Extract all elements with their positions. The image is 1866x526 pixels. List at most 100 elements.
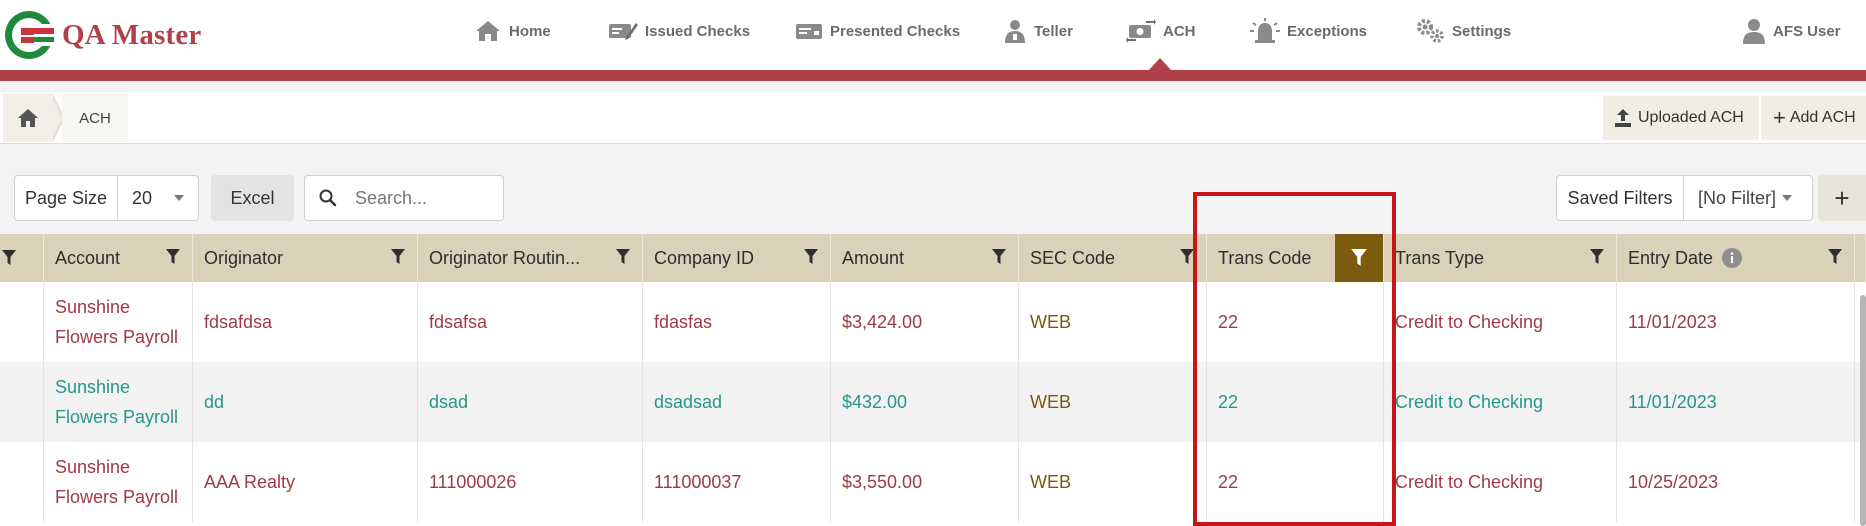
filter-icon[interactable]	[1590, 249, 1604, 265]
page-size-select[interactable]: 20	[118, 176, 198, 220]
row-select-cell[interactable]	[0, 442, 44, 522]
column-header-label: Entry Date	[1628, 247, 1714, 268]
filter-icon[interactable]	[1180, 249, 1194, 265]
add-ach-button[interactable]: + Add ACH	[1761, 96, 1866, 140]
breadcrumb-separator-inner	[50, 94, 62, 142]
qa-master-logo-icon	[5, 11, 54, 59]
vertical-scrollbar[interactable]	[1860, 295, 1866, 526]
nav-ach[interactable]: ACH	[1126, 14, 1196, 48]
check-card-icon	[796, 24, 822, 39]
filter-icon[interactable]	[166, 249, 180, 265]
column-header-company-id[interactable]: Company ID	[643, 234, 831, 282]
nav-exceptions[interactable]: Exceptions	[1250, 14, 1367, 48]
nav-presented-checks[interactable]: Presented Checks	[795, 14, 960, 48]
nav-teller[interactable]: Teller	[1003, 14, 1073, 48]
filter-icon	[1351, 249, 1367, 266]
cell-company-id: dsadsad	[643, 362, 831, 442]
cell-amount: $432.00	[831, 362, 1019, 442]
cell-sec-code: WEB	[1019, 362, 1207, 442]
uploaded-ach-button[interactable]: Uploaded ACH	[1603, 96, 1759, 140]
filter-icon[interactable]	[616, 249, 630, 265]
column-header-originator[interactable]: Originator	[193, 234, 418, 282]
brand[interactable]: QA Master	[4, 9, 202, 61]
column-header-trans-code[interactable]: Trans Code	[1207, 234, 1384, 282]
column-header-trans-type[interactable]: Trans Type	[1384, 234, 1617, 282]
cell-company-id: 111000037	[643, 442, 831, 522]
excel-export-button[interactable]: Excel	[211, 175, 294, 221]
page-size-value: 20	[132, 187, 153, 208]
account-line: Sunshine	[55, 377, 131, 397]
cell-account: Sunshine Flowers Payroll	[44, 362, 193, 442]
search-box	[304, 175, 504, 221]
nav-settings-label: Settings	[1452, 22, 1512, 40]
page-size-label: Page Size	[15, 176, 118, 220]
column-header-sec-code[interactable]: SEC Code	[1019, 234, 1207, 282]
column-header-account[interactable]: Account	[44, 234, 193, 282]
alarm-icon	[1250, 18, 1280, 43]
table-row[interactable]: Sunshine Flowers Payroll AAA Realty 1110…	[0, 442, 1866, 522]
account-line: Flowers Payroll	[55, 327, 179, 347]
nav-issued-checks[interactable]: Issued Checks	[608, 14, 750, 48]
column-header-originator-routing[interactable]: Originator Routin...	[418, 234, 643, 282]
search-icon	[319, 189, 337, 207]
cell-amount: $3,550.00	[831, 442, 1019, 522]
filter-icon[interactable]	[992, 249, 1006, 265]
filter-icon[interactable]	[391, 249, 405, 265]
column-header-select[interactable]	[0, 234, 44, 282]
saved-filters-label: Saved Filters	[1557, 176, 1684, 220]
cell-trans-code: 22	[1207, 442, 1384, 522]
add-filter-button[interactable]: +	[1818, 175, 1866, 221]
column-header-overflow	[1855, 234, 1866, 282]
nav-issued-checks-label: Issued Checks	[645, 22, 751, 40]
nav-settings[interactable]: Settings	[1415, 14, 1511, 48]
saved-filters-select[interactable]: [No Filter]	[1684, 176, 1812, 220]
user-menu[interactable]: AFS User	[1742, 14, 1841, 48]
filter-icon[interactable]	[804, 249, 818, 265]
cell-trans-type: Credit to Checking	[1384, 282, 1617, 362]
account-line: Flowers Payroll	[55, 407, 179, 427]
cell-trans-code: 22	[1207, 282, 1384, 362]
cell-company-id: fdasfas	[643, 282, 831, 362]
active-filter-button[interactable]	[1335, 234, 1383, 282]
check-pen-icon	[609, 23, 638, 40]
home-icon	[18, 109, 38, 127]
cell-originator: dd	[193, 362, 418, 442]
row-select-cell[interactable]	[0, 362, 44, 442]
column-header-label: Company ID	[654, 247, 755, 268]
breadcrumb-row: ACH	[0, 92, 1866, 144]
ach-table: Account Originator Originator Routin... …	[0, 234, 1866, 526]
column-header-amount[interactable]: Amount	[831, 234, 1019, 282]
cell-account: Sunshine Flowers Payroll	[44, 282, 193, 362]
column-header-label: Trans Code	[1218, 247, 1312, 268]
user-icon	[1743, 19, 1765, 44]
nav-presented-checks-label: Presented Checks	[830, 22, 961, 40]
cell-entry-date: 11/01/2023	[1617, 362, 1855, 442]
column-header-label: Originator	[204, 247, 284, 268]
info-icon[interactable]	[1722, 248, 1743, 268]
home-icon	[476, 21, 500, 41]
table-header: Account Originator Originator Routin... …	[0, 234, 1866, 282]
nav-home[interactable]: Home	[474, 14, 551, 48]
filter-icon[interactable]	[2, 250, 16, 266]
column-header-label: Originator Routin...	[429, 247, 581, 268]
search-input[interactable]	[355, 187, 495, 209]
chevron-down-icon	[1782, 195, 1793, 201]
active-nav-indicator	[1149, 58, 1171, 70]
top-navigation: QA Master Home Issued Checks Presented C…	[0, 0, 1866, 70]
uploaded-ach-label: Uploaded ACH	[1638, 109, 1744, 126]
breadcrumb-home[interactable]	[3, 94, 53, 142]
nav-teller-label: Teller	[1034, 22, 1073, 40]
filter-icon[interactable]	[1828, 249, 1842, 265]
column-header-entry-date[interactable]: Entry Date	[1617, 234, 1855, 282]
row-select-cell[interactable]	[0, 282, 44, 362]
table-row[interactable]: Sunshine Flowers Payroll fdsafdsa fdsafs…	[0, 282, 1866, 362]
cell-sec-code: WEB	[1019, 282, 1207, 362]
account-line: Sunshine	[55, 297, 131, 317]
breadcrumb-current: ACH	[62, 94, 128, 142]
cell-originator-routing: 111000026	[418, 442, 643, 522]
cell-entry-date: 10/25/2023	[1617, 442, 1855, 522]
page-size-control: Page Size 20	[14, 175, 199, 221]
table-row[interactable]: Sunshine Flowers Payroll dd dsad dsadsad…	[0, 362, 1866, 442]
cell-originator-routing: dsad	[418, 362, 643, 442]
account-line: Flowers Payroll	[55, 487, 179, 507]
